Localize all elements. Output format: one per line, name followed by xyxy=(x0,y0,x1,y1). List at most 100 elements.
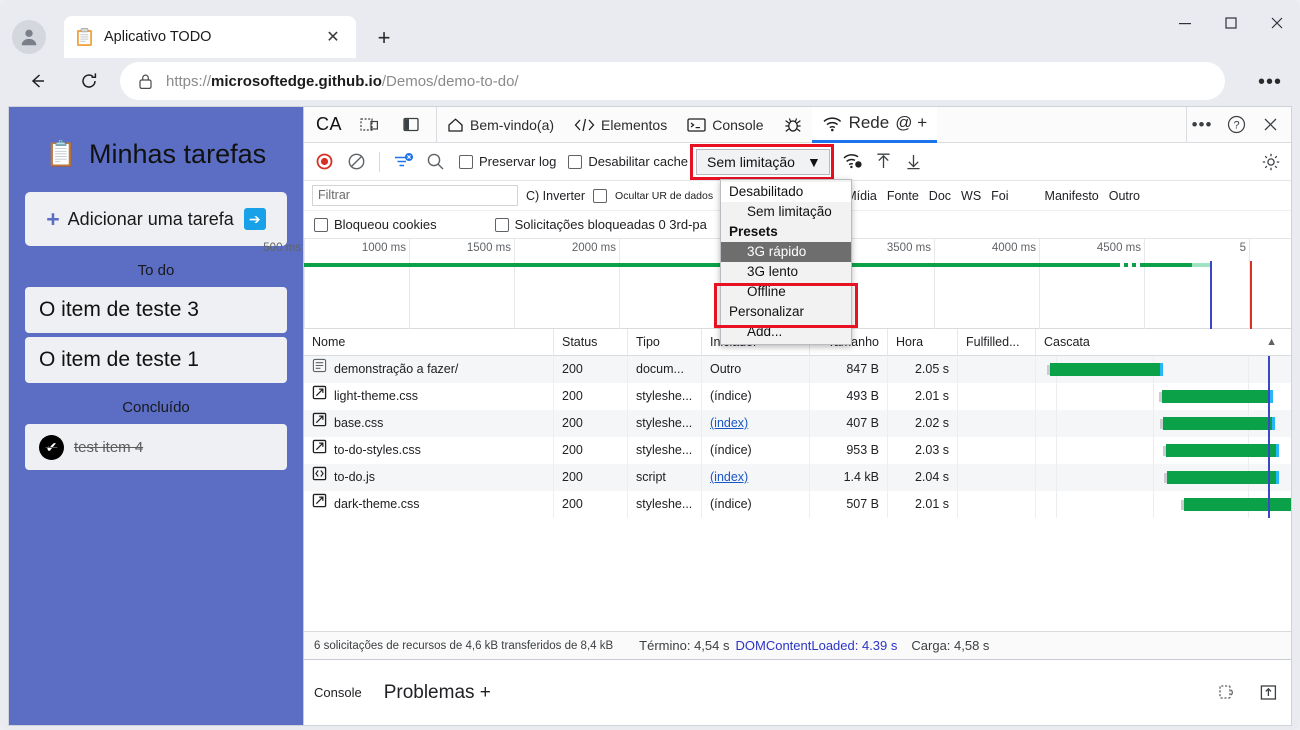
overview-band-gap xyxy=(1136,263,1140,267)
overview-tick: 500 ms xyxy=(263,242,301,254)
filter-type-manifest[interactable]: Manifesto xyxy=(1045,189,1099,203)
record-button[interactable] xyxy=(310,148,338,176)
more-options-icon[interactable]: ••• xyxy=(1187,110,1217,140)
tab-welcome[interactable]: Bem-vindo(a) xyxy=(437,107,564,143)
throttle-menu[interactable]: Desabilitado Sem limitação Presets 3G rápid… xyxy=(720,179,852,345)
column-header-time[interactable]: Hora xyxy=(888,328,958,356)
search-button[interactable] xyxy=(421,148,449,176)
blocked-requests-label: Solicitações bloqueadas 0 3rd-pa xyxy=(514,217,707,232)
close-devtools-icon[interactable] xyxy=(1255,110,1285,140)
table-row[interactable]: dark-theme.css 200 styleshe... (índice) 507 … xyxy=(304,491,1291,518)
menu-item[interactable]: Add... xyxy=(721,322,851,342)
settings-button[interactable] xyxy=(1257,148,1285,176)
toggle-sidebar-icon[interactable] xyxy=(396,110,426,140)
url-bar[interactable]: https://microsoftedge.github.io/Demos/de… xyxy=(120,62,1225,100)
document-icon xyxy=(312,356,327,383)
column-header-fulfilled[interactable]: Fulfilled... xyxy=(958,328,1036,356)
table-row[interactable]: to-do.js 200 script (index) 1.4 kB 2.04 s xyxy=(304,464,1291,491)
reload-button[interactable] xyxy=(70,62,108,100)
sort-caret-icon[interactable]: ▲ xyxy=(1266,329,1285,356)
column-header-waterfall[interactable]: Cascata xyxy=(1044,329,1090,356)
list-item[interactable]: O item de teste 3 xyxy=(25,287,287,333)
address-bar: https://microsoftedge.github.io/Demos/de… xyxy=(0,58,1300,104)
cell-initiator[interactable]: (index) xyxy=(702,464,810,491)
dom-content-loaded-time: DOMContentLoaded: 4.39 s xyxy=(735,638,898,653)
section-label-todo: To do xyxy=(137,262,175,279)
overview-tick: 4500 ms xyxy=(1096,242,1141,254)
tab-debugger[interactable] xyxy=(774,107,812,143)
drawer-tab-console[interactable]: Console xyxy=(314,685,362,700)
blocked-requests-checkbox[interactable]: Solicitações bloqueadas 0 3rd-pa xyxy=(494,217,707,232)
lock-icon xyxy=(134,73,156,90)
menu-item[interactable]: Personalizar xyxy=(721,302,851,322)
minimize-button[interactable] xyxy=(1162,0,1208,46)
todo-item-text: O item de teste 1 xyxy=(39,348,199,371)
table-row[interactable]: base.css 200 styleshe... (index) 407 B 2.02 s xyxy=(304,410,1291,437)
blocked-cookies-checkbox[interactable]: Bloqueou cookies xyxy=(314,217,437,232)
browser-more-button[interactable]: ••• xyxy=(1254,66,1286,98)
list-item[interactable]: ✔ test item 4 xyxy=(25,424,287,470)
table-row[interactable]: demonstração a fazer/200 docum... Outro 847… xyxy=(304,356,1291,383)
menu-item[interactable]: 3G lento xyxy=(721,262,851,282)
tab-elements[interactable]: Elementos xyxy=(564,107,677,143)
tab-network[interactable]: Rede @ + xyxy=(811,107,938,143)
tab-console[interactable]: Console xyxy=(677,107,773,143)
cell-initiator[interactable]: Outro xyxy=(702,356,810,383)
filter-type-doc[interactable]: Doc xyxy=(929,189,951,203)
menu-item[interactable]: Offline xyxy=(721,282,851,302)
filter-type-wasm[interactable]: Foi xyxy=(991,189,1008,203)
tab-elements-label: Elementos xyxy=(601,116,668,133)
disable-cache-checkbox[interactable]: Desabilitar cache xyxy=(568,154,688,169)
list-item[interactable]: O item de teste 1 xyxy=(25,337,287,383)
network-toolbar-right xyxy=(840,148,928,176)
menu-item[interactable]: 3G rápido xyxy=(721,242,851,262)
dock-side-icon[interactable] xyxy=(354,110,384,140)
devices-icon[interactable] xyxy=(1211,678,1241,708)
maximize-button[interactable] xyxy=(1208,0,1254,46)
table-row[interactable]: light-theme.css 200 styleshe... (índice) 493… xyxy=(304,383,1291,410)
profile-avatar[interactable] xyxy=(12,20,46,54)
clipboard-icon xyxy=(74,27,94,47)
overview-band-gap xyxy=(1128,263,1132,267)
column-header-type[interactable]: Tipo xyxy=(628,328,702,356)
menu-item[interactable]: Sem limitação xyxy=(721,202,851,222)
submit-arrow-icon[interactable]: ➔ xyxy=(243,208,266,230)
checkbox-box xyxy=(568,154,583,169)
cell-initiator[interactable]: (índice) xyxy=(702,437,810,464)
load-event-marker xyxy=(1250,261,1252,329)
filter-type-ws[interactable]: WS xyxy=(961,189,981,203)
preserve-log-checkbox[interactable]: Preservar log xyxy=(459,154,556,169)
cell-initiator[interactable]: (índice) xyxy=(702,383,810,410)
tab-close-icon[interactable]: ✕ xyxy=(320,24,346,50)
help-icon[interactable]: ? xyxy=(1221,110,1251,140)
clear-button[interactable] xyxy=(342,148,370,176)
column-header-status[interactable]: Status xyxy=(554,328,628,356)
cell-initiator[interactable]: (índice) xyxy=(702,491,810,518)
cell-type: styleshe... xyxy=(628,491,702,518)
hide-data-urls-checkbox[interactable] xyxy=(593,188,608,203)
export-icon[interactable] xyxy=(1253,678,1283,708)
filter-input[interactable]: Filtrar xyxy=(312,185,518,206)
filter-type-other[interactable]: Outro xyxy=(1109,189,1140,203)
import-har-icon[interactable] xyxy=(870,148,898,176)
new-tab-button[interactable]: + xyxy=(368,22,400,54)
export-har-icon[interactable] xyxy=(900,148,928,176)
filter-type-font[interactable]: Fonte xyxy=(887,189,919,203)
cell-initiator[interactable]: (index) xyxy=(702,410,810,437)
invert-label[interactable]: C) Inverter xyxy=(526,189,585,203)
column-header-name[interactable]: Nome xyxy=(304,328,554,356)
menu-item[interactable]: Desabilitado xyxy=(721,182,851,202)
table-row[interactable]: to-do-styles.css 200 styleshe... (índice) 95… xyxy=(304,437,1291,464)
throttle-dropdown[interactable]: Sem limitação ▼ xyxy=(696,148,830,175)
close-window-button[interactable] xyxy=(1254,0,1300,46)
throttle-value: Sem limitação xyxy=(707,153,795,170)
network-table-body: demonstração a fazer/200 docum... Outro 847… xyxy=(304,356,1291,518)
chevron-down-icon: ▼ xyxy=(806,153,821,170)
drawer-tab-issues[interactable]: Problemas + xyxy=(384,682,491,704)
add-task-input[interactable]: + Adicionar uma tarefa ➔ xyxy=(25,192,287,246)
resource-name: demonstração a fazer/ xyxy=(334,362,459,376)
filter-button[interactable] xyxy=(389,148,417,176)
network-conditions-icon[interactable] xyxy=(840,148,868,176)
browser-tab[interactable]: Aplicativo TODO ✕ xyxy=(64,16,356,58)
back-button[interactable] xyxy=(18,62,56,100)
